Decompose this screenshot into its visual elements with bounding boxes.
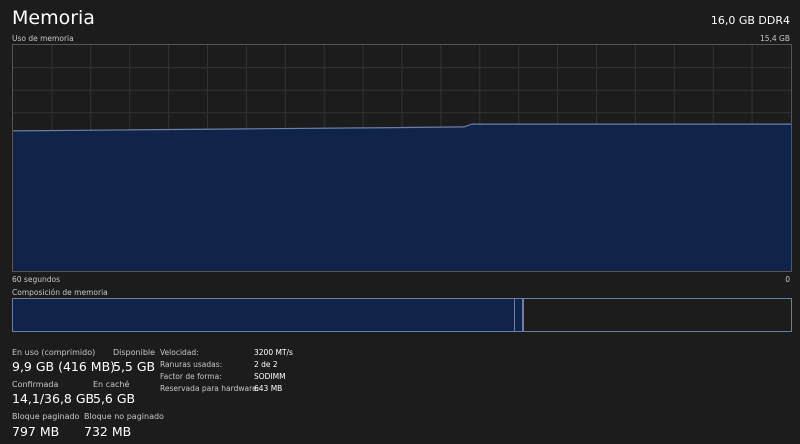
available-label: Disponible [113,348,156,357]
memory-usage-area [13,124,791,271]
hardware-reserved-label: Reservada para hardware: [160,384,260,393]
page-title: Memoria [12,7,95,29]
in-use-label: En uso (comprimido) [12,348,96,357]
memory-usage-chart [13,45,791,271]
graph-max-label: 15,4 GB [759,34,790,43]
composition-standby-segment [523,299,791,331]
committed-label: Confirmada [12,380,59,389]
committed-value: 14,1/36,8 GB [12,391,95,406]
slots-used-label: Ranuras usadas: [160,360,223,369]
nonpaged-pool-label: Bloque no paginado [84,412,164,421]
memory-usage-label: Uso de memoria [12,34,74,43]
in-use-value: 9,9 GB (416 MB) [12,359,116,374]
hardware-reserved-value: 643 MB [254,384,283,393]
speed-value: 3200 MT/s [254,348,293,357]
cached-value: 5,6 GB [93,391,136,406]
graph-end-label: 0 [785,275,790,284]
slots-used-value: 2 de 2 [254,360,278,369]
form-factor-label: Factor de forma: [160,372,222,381]
graph-time-label: 60 segundos [12,275,60,284]
memory-usage-graph [12,44,792,272]
memory-performance-panel: Memoria 16,0 GB DDR4 Uso de memoria 15,4… [0,0,800,444]
cached-label: En caché [93,380,130,389]
memory-composition-label: Composición de memoria [12,288,108,297]
nonpaged-pool-value: 732 MB [84,424,132,439]
total-memory-label: 16,0 GB DDR4 [710,14,790,27]
memory-composition-bar [12,298,792,332]
form-factor-value: SODIMM [254,372,286,381]
composition-in-use-segment [13,299,514,331]
available-value: 5,5 GB [113,359,156,374]
composition-modified-segment [514,299,523,331]
paged-pool-value: 797 MB [12,424,60,439]
speed-label: Velocidad: [160,348,199,357]
paged-pool-label: Bloque paginado [12,412,80,421]
